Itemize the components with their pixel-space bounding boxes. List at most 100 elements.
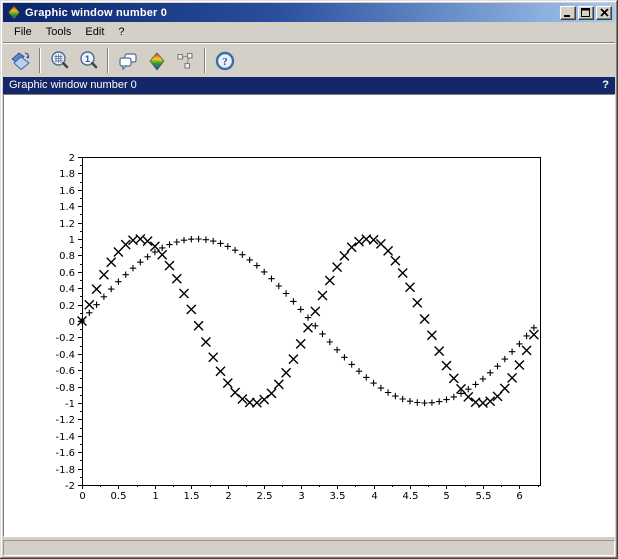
- data-point-marker: [267, 389, 276, 398]
- data-point-marker: [101, 294, 107, 300]
- y-tick-label: -0.2: [55, 333, 75, 344]
- data-point-marker: [194, 321, 203, 330]
- toolbar-separator: [107, 48, 109, 73]
- data-point-marker: [429, 400, 435, 406]
- graph-icon: [175, 50, 197, 72]
- data-point-marker: [274, 380, 283, 389]
- x-tick-label: 1.5: [184, 491, 200, 502]
- data-point-marker: [494, 363, 500, 369]
- y-tick-label: -0.6: [55, 366, 75, 377]
- data-point-marker: [451, 394, 457, 400]
- data-point-marker: [327, 339, 333, 345]
- x-tick-label: 0.5: [111, 491, 127, 502]
- menu-tools[interactable]: Tools: [39, 24, 79, 40]
- data-point-marker: [400, 396, 406, 402]
- data-point-marker: [523, 333, 529, 339]
- minimize-button[interactable]: [560, 6, 576, 20]
- data-point-marker: [478, 399, 487, 408]
- zoom-original-icon: 1: [78, 50, 100, 72]
- x-tick-label: 3: [298, 491, 304, 502]
- status-bar: [3, 540, 615, 556]
- data-point-marker: [86, 310, 92, 316]
- y-tick-label: -1.8: [55, 465, 75, 476]
- data-point-marker: [143, 237, 152, 246]
- x-tick-label: 4.5: [403, 491, 419, 502]
- window-title: Graphic window number 0: [25, 7, 560, 19]
- graphic-window: Graphic window number 0 File Too: [0, 0, 618, 559]
- data-point-marker: [334, 347, 340, 353]
- data-point-marker: [347, 243, 356, 252]
- data-point-marker: [508, 373, 517, 382]
- zoom-original-button[interactable]: 1: [74, 47, 103, 75]
- data-point-marker: [305, 314, 311, 320]
- data-point-marker: [464, 392, 473, 401]
- menu-edit[interactable]: Edit: [78, 24, 111, 40]
- plot-canvas[interactable]: 00.511.522.533.544.555.5621.81.61.41.210…: [3, 94, 615, 537]
- data-point-marker: [223, 379, 232, 388]
- data-point-marker: [355, 237, 364, 246]
- x-tick-label: 2: [225, 491, 231, 502]
- y-tick-label: -0.4: [55, 350, 75, 361]
- data-point-marker: [406, 283, 415, 292]
- rotate-button[interactable]: [6, 47, 35, 75]
- data-point-marker: [254, 262, 260, 268]
- data-point-marker: [421, 400, 427, 406]
- data-point-marker: [356, 368, 362, 374]
- data-point-marker: [502, 356, 508, 362]
- y-tick-label: -2: [65, 481, 75, 492]
- data-point-marker: [370, 380, 376, 386]
- data-point-marker: [472, 381, 478, 387]
- data-point-marker: [515, 361, 524, 370]
- series-sin2x: [78, 235, 539, 408]
- data-point-marker: [296, 339, 305, 348]
- data-point-marker: [99, 270, 108, 279]
- menu-file[interactable]: File: [7, 24, 39, 40]
- data-point-marker: [516, 341, 522, 347]
- data-point-marker: [349, 361, 355, 367]
- help-button[interactable]: ?: [210, 47, 239, 75]
- data-point-marker: [333, 263, 342, 272]
- data-point-marker: [165, 261, 174, 270]
- maximize-button[interactable]: [578, 6, 594, 20]
- close-button[interactable]: [596, 6, 612, 20]
- y-tick-label: 1.2: [59, 219, 75, 230]
- data-point-marker: [201, 338, 210, 347]
- data-point-marker: [289, 355, 298, 364]
- graph-button[interactable]: [171, 47, 200, 75]
- data-point-marker: [181, 237, 187, 243]
- data-point-marker: [413, 298, 422, 307]
- minimize-icon: [563, 8, 573, 17]
- data-point-marker: [239, 252, 245, 258]
- scilab-icon: [6, 5, 22, 20]
- data-point-marker: [480, 376, 486, 382]
- data-point-marker: [282, 368, 291, 377]
- data-point-marker: [290, 298, 296, 304]
- data-point-marker: [252, 398, 261, 407]
- x-tick-label: 2.5: [257, 491, 273, 502]
- y-axis: 21.81.61.41.210.80.60.40.20-0.2-0.4-0.6-…: [55, 153, 82, 492]
- x-axis: 00.511.522.533.544.555.56: [79, 485, 538, 502]
- colormap-button[interactable]: [142, 47, 171, 75]
- y-tick-label: 1.4: [59, 202, 75, 213]
- data-point-marker: [319, 331, 325, 337]
- data-point-marker: [522, 346, 531, 355]
- data-point-marker: [391, 256, 400, 265]
- y-tick-label: 1: [69, 235, 75, 246]
- data-point-marker: [203, 237, 209, 243]
- info-bar-help[interactable]: ?: [602, 79, 609, 91]
- figure-editor-button[interactable]: [113, 47, 142, 75]
- data-point-marker: [85, 300, 94, 309]
- data-point-marker: [261, 269, 267, 275]
- series-sinx: [79, 236, 537, 406]
- zoom-area-button[interactable]: [45, 47, 74, 75]
- title-bar[interactable]: Graphic window number 0: [3, 3, 615, 22]
- data-point-marker: [92, 285, 101, 294]
- data-point-marker: [144, 254, 150, 260]
- data-point-marker: [420, 315, 429, 324]
- info-bar-text: Graphic window number 0: [9, 79, 137, 91]
- menu-bar: File Tools Edit ?: [3, 22, 615, 42]
- data-point-marker: [414, 399, 420, 405]
- data-point-marker: [363, 374, 369, 380]
- menu-help[interactable]: ?: [111, 24, 131, 40]
- x-tick-label: 1: [152, 491, 158, 502]
